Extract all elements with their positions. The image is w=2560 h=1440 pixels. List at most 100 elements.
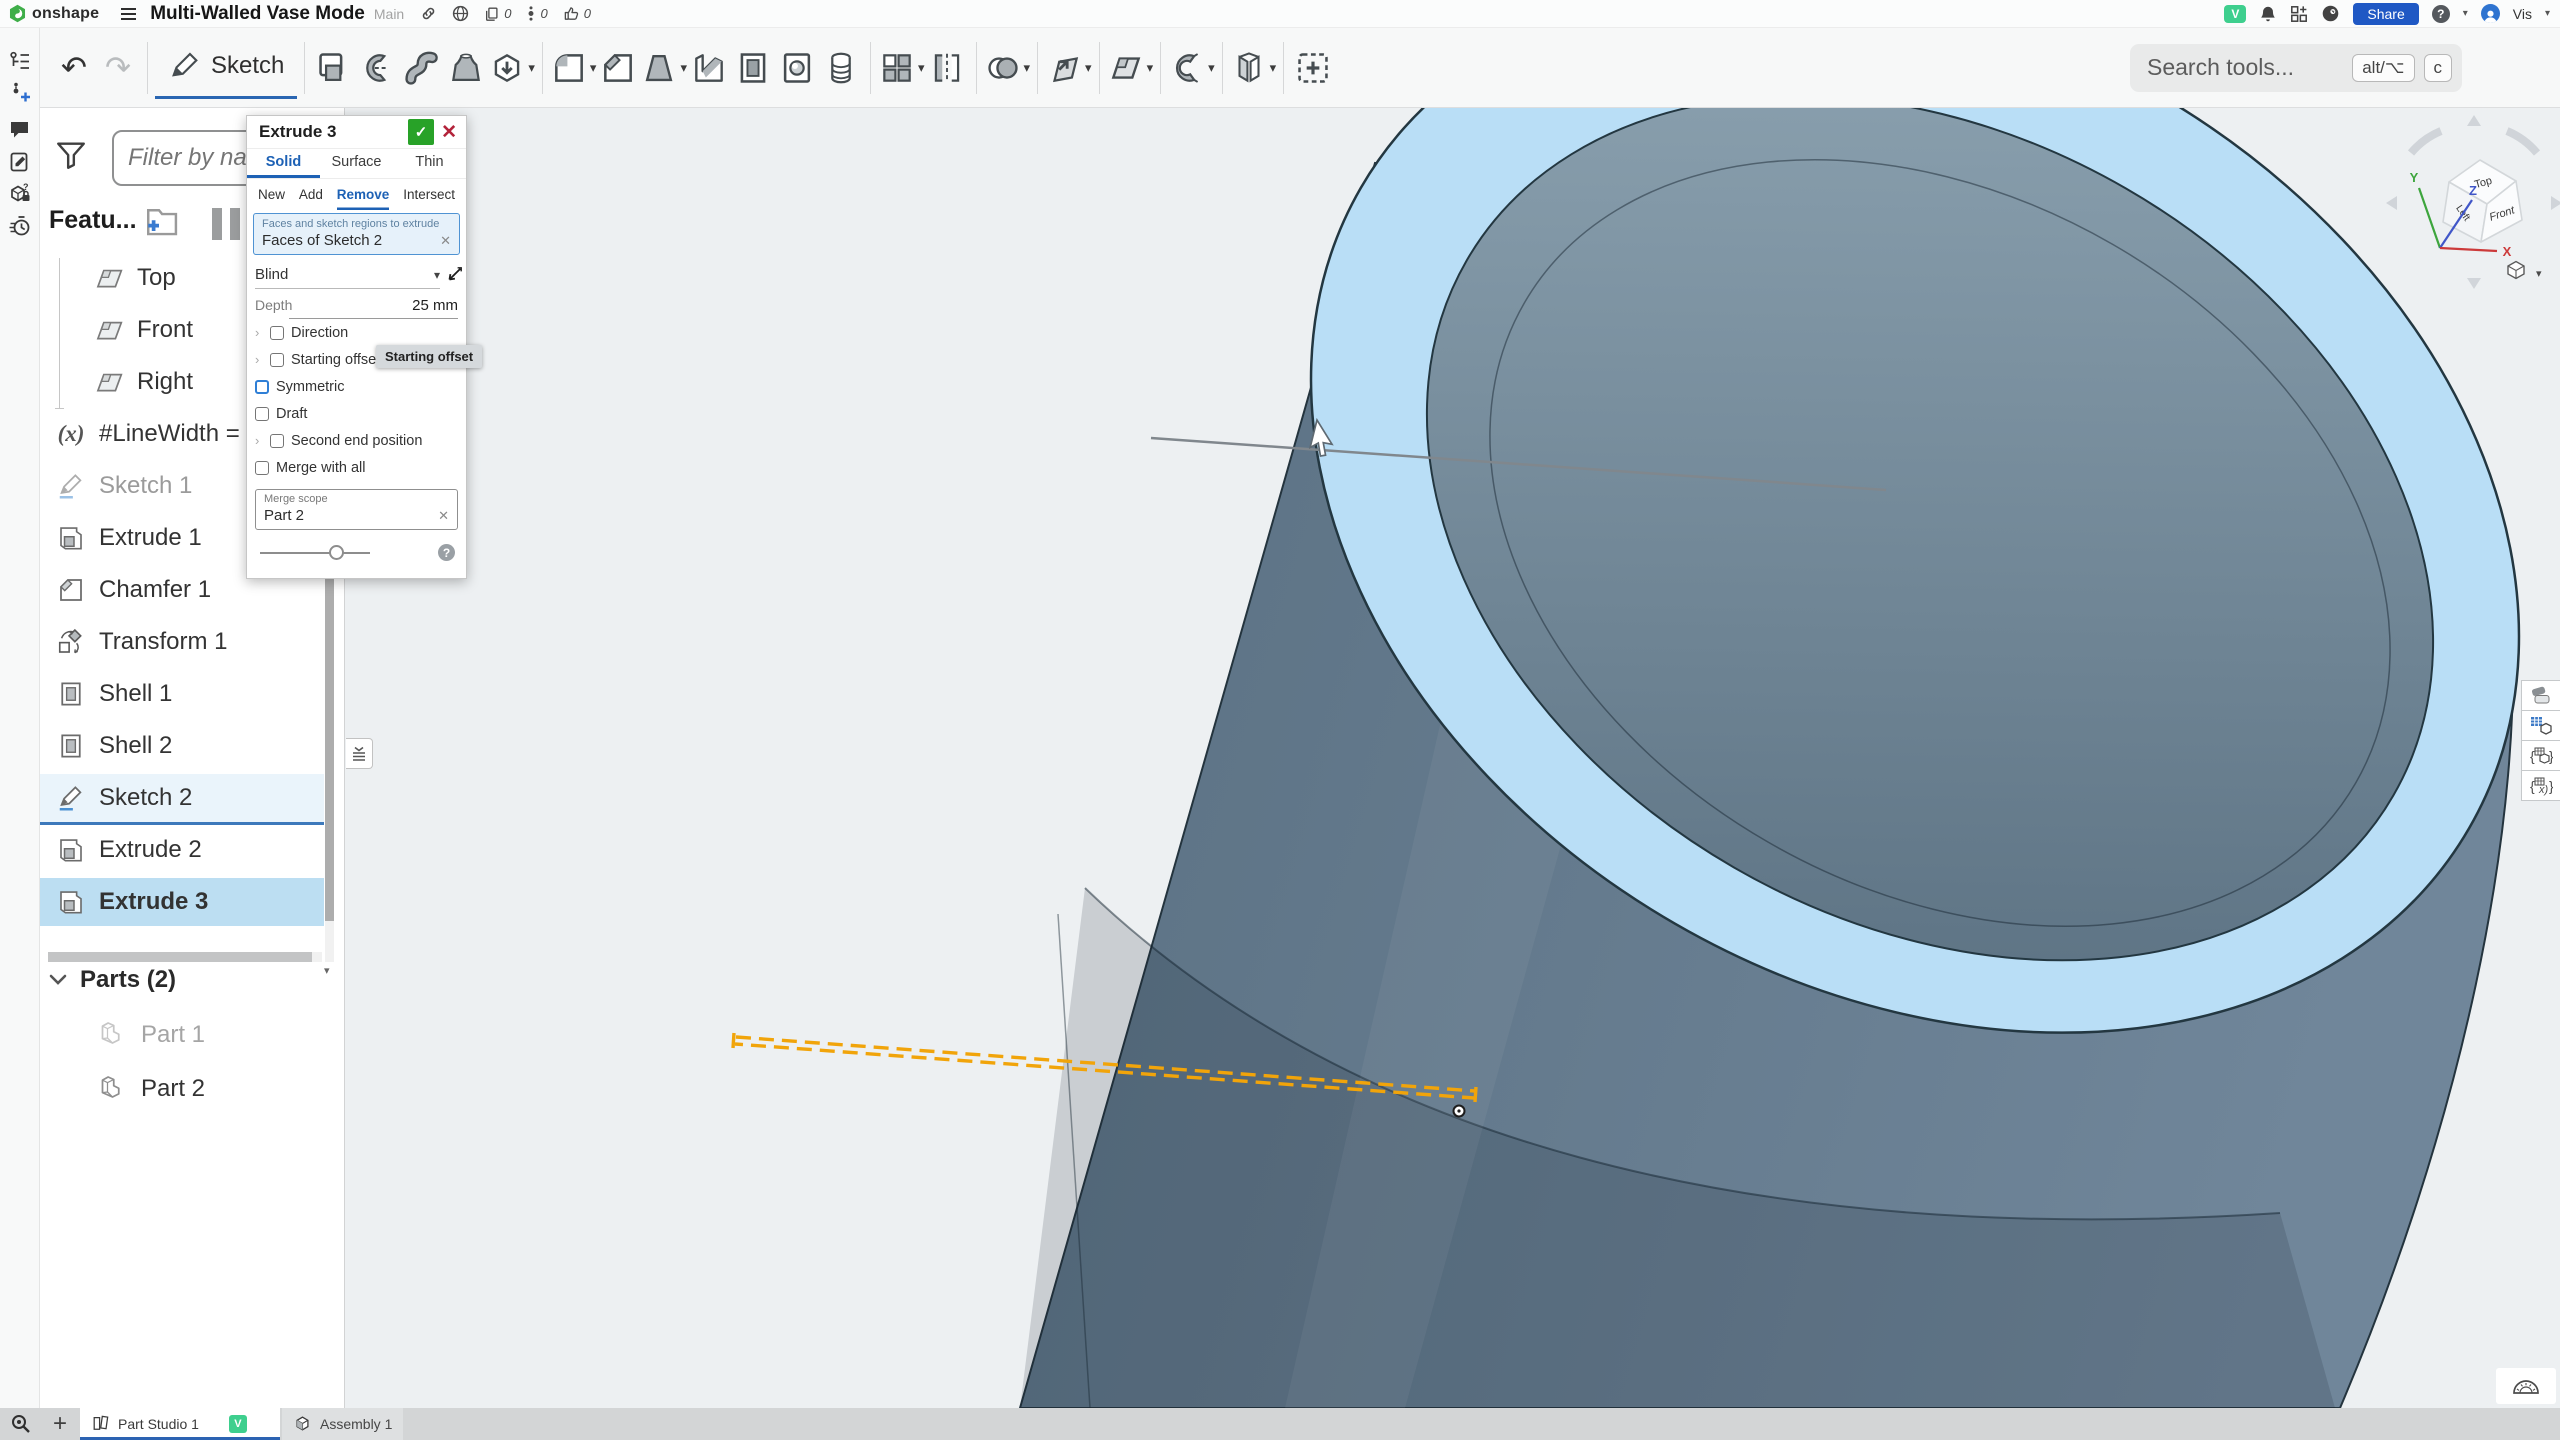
slider-track[interactable]	[260, 552, 370, 554]
app-store-icon[interactable]	[2290, 5, 2308, 23]
sketch-button[interactable]: Sketch	[155, 37, 297, 99]
shell-tool-button[interactable]	[731, 37, 775, 99]
versions-icon[interactable]	[8, 50, 32, 74]
confirm-button[interactable]: ✓	[408, 119, 434, 145]
insert-version-icon[interactable]	[8, 80, 32, 104]
branch-name[interactable]: Main	[374, 6, 404, 22]
boolean-mode-intersect[interactable]: Intersect	[403, 179, 455, 210]
expand-chevron-icon[interactable]: ›	[255, 325, 263, 340]
follow-icon[interactable]: ?	[8, 182, 32, 206]
loft-tool-button[interactable]	[444, 37, 488, 99]
sweep-tool-button[interactable]	[400, 37, 444, 99]
tab-assembly-1[interactable]: Assembly 1	[282, 1408, 403, 1440]
feature-item-extrude-2[interactable]: Extrude 2	[40, 826, 324, 874]
thicken-caret-icon[interactable]: ▾	[528, 60, 535, 76]
feature-item-shell-1[interactable]: Shell 1	[40, 670, 324, 718]
dialog-help-icon[interactable]: ?	[438, 544, 455, 561]
feature-item-shell-2[interactable]: Shell 2	[40, 722, 324, 770]
thicken-tool-button[interactable]: ▾	[488, 37, 535, 99]
variables-table-panel-button[interactable]: {x)}	[2521, 770, 2560, 801]
versions-count[interactable]: 0	[526, 5, 547, 22]
onshape-logo[interactable]: onshape	[8, 4, 99, 23]
user-caret-icon[interactable]: ▾	[2545, 8, 2550, 19]
share-link-icon[interactable]	[420, 5, 437, 22]
mirror-tool-button[interactable]	[925, 37, 969, 99]
slider-knob[interactable]	[329, 545, 344, 560]
tab-part-studio-1[interactable]: Part Studio 1V	[80, 1408, 280, 1440]
add-tab-button[interactable]: +	[42, 1408, 78, 1440]
filter-funnel-icon[interactable]	[54, 138, 88, 172]
checkbox-second-end-position[interactable]	[270, 434, 284, 448]
feature-item-sketch-2[interactable]: Sketch 2	[40, 774, 324, 825]
chamfer-tool-button[interactable]	[596, 37, 640, 99]
curve-tool-button[interactable]: ▾	[1168, 37, 1215, 99]
appearance-panel-button[interactable]	[2521, 680, 2560, 711]
surface-tool-button[interactable]: ▾	[1230, 37, 1277, 99]
surface-caret-icon[interactable]: ▾	[1270, 60, 1277, 76]
search-tools-field[interactable]: Search tools... alt/⌥ c	[2130, 44, 2462, 92]
copies-count[interactable]: 0	[484, 6, 511, 22]
notifications-bell-icon[interactable]	[2259, 5, 2277, 23]
user-initials[interactable]: Vis	[2513, 6, 2532, 22]
hole-tool-button[interactable]	[775, 37, 819, 99]
merge-scope-box[interactable]: Merge scope Part 2 ✕	[255, 489, 458, 530]
help-icon[interactable]: ?	[2432, 5, 2450, 23]
likes-count[interactable]: 0	[563, 5, 591, 22]
flip-direction-button[interactable]	[445, 266, 463, 289]
expand-chevron-icon[interactable]: ›	[255, 433, 263, 448]
revolve-tool-button[interactable]	[356, 37, 400, 99]
comments-icon[interactable]	[8, 118, 32, 142]
parts-section-header[interactable]: Parts (2)	[48, 966, 176, 994]
checkbox-merge-with-all[interactable]	[255, 461, 269, 475]
create-folder-icon[interactable]	[139, 204, 179, 238]
checkbox-draft[interactable]	[255, 407, 269, 421]
boolean-mode-remove[interactable]: Remove	[337, 179, 390, 210]
config-table-panel-button[interactable]: {}	[2521, 740, 2560, 771]
share-button[interactable]: Share	[2353, 3, 2418, 25]
clear-selection-icon[interactable]: ✕	[440, 233, 451, 249]
clear-merge-scope-icon[interactable]: ✕	[438, 508, 449, 524]
dialog-tab-solid[interactable]: Solid	[247, 149, 320, 178]
learning-center-icon[interactable]	[2321, 4, 2340, 23]
history-icon[interactable]	[8, 214, 32, 238]
move-face-caret-icon[interactable]: ▾	[1085, 60, 1092, 76]
measure-button[interactable]	[2496, 1368, 2556, 1404]
version-badge[interactable]: V	[2224, 5, 2246, 23]
boolean-mode-add[interactable]: Add	[299, 179, 323, 210]
faces-selection-box[interactable]: Faces and sketch regions to extrude Face…	[253, 213, 460, 255]
part-item-part-2[interactable]: Part 2	[40, 1065, 324, 1113]
plane-tool-button[interactable]: ▾	[1107, 37, 1154, 99]
boolean-tool-button[interactable]: ▾	[984, 37, 1031, 99]
main-menu-icon[interactable]	[121, 8, 136, 20]
show-hidden-tabs-button[interactable]	[0, 1408, 42, 1440]
notes-icon[interactable]	[8, 150, 32, 174]
fillet-tool-button[interactable]: ▾	[550, 37, 597, 99]
cancel-button[interactable]: ✕	[441, 123, 457, 142]
extrude-tool-button[interactable]	[312, 37, 356, 99]
depth-field[interactable]: Depth 25 mm	[255, 291, 458, 319]
help-caret-icon[interactable]: ▾	[2463, 8, 2468, 19]
boolean-mode-new[interactable]: New	[258, 179, 285, 210]
undo-button[interactable]: ↶	[52, 37, 96, 99]
user-avatar[interactable]	[2481, 4, 2500, 23]
checkbox-starting-offset[interactable]	[270, 353, 284, 367]
custom-feature-button[interactable]	[1291, 37, 1335, 99]
dialog-tab-thin[interactable]: Thin	[393, 149, 466, 178]
curve-caret-icon[interactable]: ▾	[1208, 60, 1215, 76]
boolean-caret-icon[interactable]: ▾	[1024, 60, 1031, 76]
feature-list-flyout-button[interactable]	[346, 738, 373, 769]
checkbox-symmetric[interactable]	[255, 380, 269, 394]
redo-button[interactable]: ↷	[96, 37, 140, 99]
rib-tool-button[interactable]	[687, 37, 731, 99]
checkbox-direction[interactable]	[270, 326, 284, 340]
dialog-tab-surface[interactable]: Surface	[320, 149, 393, 178]
viewport-3d[interactable]: Top Left Front Y Z X ▾ {}{x)}	[345, 108, 2560, 1408]
feature-item-transform-1[interactable]: Transform 1	[40, 618, 324, 666]
feature-item-extrude-3[interactable]: Extrude 3	[40, 878, 324, 926]
public-globe-icon[interactable]	[452, 5, 469, 22]
expand-chevron-icon[interactable]: ›	[255, 352, 263, 367]
tree-scrollbar-horizontal[interactable]	[48, 952, 322, 962]
draft-tool-button[interactable]: ▾	[640, 37, 687, 99]
thread-tool-button[interactable]	[819, 37, 863, 99]
plane-caret-icon[interactable]: ▾	[1147, 60, 1154, 76]
